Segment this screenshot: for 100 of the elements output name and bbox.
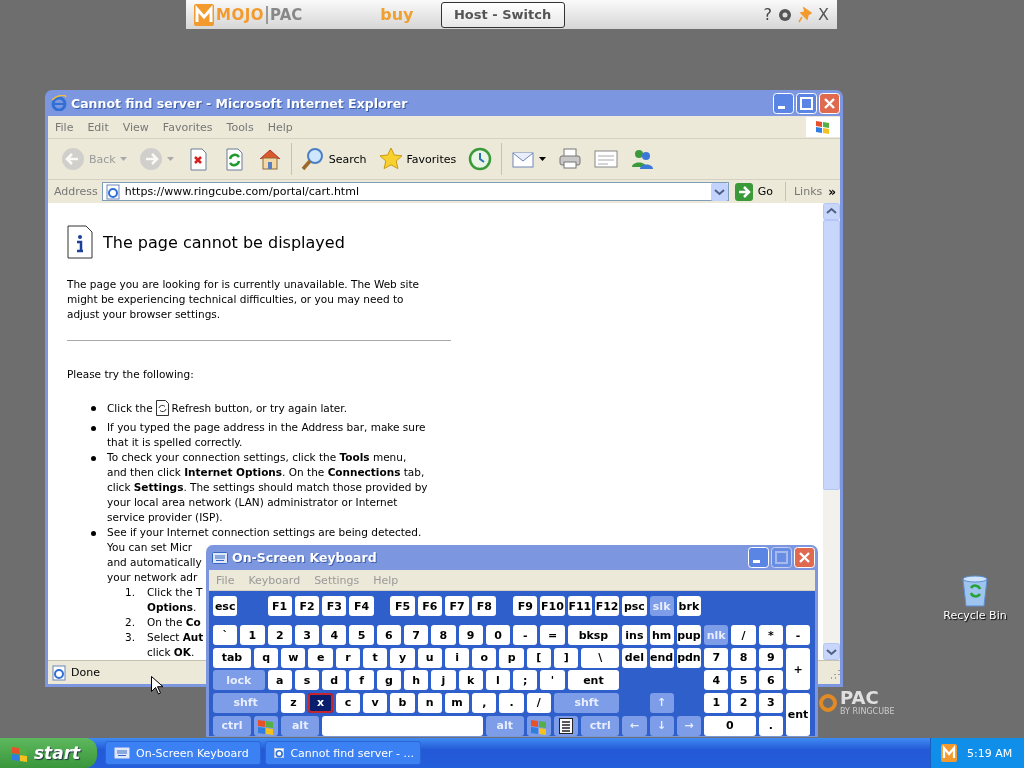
onscreen-key[interactable]: ent [567,670,620,691]
onscreen-key[interactable]: w [281,647,306,668]
onscreen-key[interactable]: y [390,647,415,668]
help-button[interactable]: ? [763,5,773,24]
scrollbar[interactable] [823,203,840,660]
onscreen-key[interactable]: * [758,625,783,646]
onscreen-key[interactable]: F9 [513,596,538,616]
onscreen-key[interactable]: 8 [431,625,456,646]
onscreen-key[interactable]: tab [213,647,251,668]
onscreen-key[interactable]: / [731,625,756,646]
minimize-button[interactable] [773,92,794,114]
onscreen-key[interactable]: . [499,692,524,713]
onscreen-key[interactable]: F10 [540,596,565,616]
onscreen-key[interactable]: F8 [472,596,497,616]
onscreen-key[interactable]: ins [622,625,647,646]
onscreen-key[interactable]: pdn [676,647,702,668]
onscreen-key[interactable]: c [335,692,361,713]
onscreen-key[interactable]: d [322,670,347,691]
onscreen-key[interactable]: m [444,692,470,713]
menu-item[interactable]: Help [260,120,300,134]
onscreen-key[interactable]: 3 [758,692,783,713]
onscreen-key[interactable]: . [758,715,783,736]
menu-item[interactable]: Edit [80,120,116,134]
onscreen-key[interactable]: s [294,670,320,691]
onscreen-key[interactable]: 2 [731,692,756,713]
onscreen-key[interactable]: pup [676,625,702,646]
menu-item[interactable]: Favorites [155,120,220,134]
maximize-button[interactable] [796,92,817,114]
icon-label[interactable]: Recycle Bin [943,609,1007,622]
onscreen-key[interactable]: a [267,670,292,691]
onscreen-key[interactable]: end [649,647,674,668]
onscreen-key[interactable]: t [363,647,388,668]
onscreen-key[interactable]: 8 [731,647,756,668]
maximize-button[interactable] [771,547,792,568]
onscreen-key[interactable]: - [785,625,811,646]
onscreen-key[interactable]: ' [540,670,565,691]
onscreen-key[interactable]: o [472,647,497,668]
onscreen-key[interactable]: 5 [349,625,374,646]
settings-icon[interactable] [778,7,793,22]
onscreen-key[interactable]: ` [213,625,238,646]
onscreen-key[interactable]: ] [554,647,579,668]
onscreen-key[interactable]: p [499,647,524,668]
onscreen-key[interactable]: F6 [417,596,442,616]
onscreen-key[interactable]: ent [785,692,811,736]
windows-key[interactable] [526,715,551,736]
onscreen-key[interactable]: v [363,692,388,713]
onscreen-key[interactable]: 7 [704,647,729,668]
onscreen-key[interactable]: , [472,692,497,713]
scroll-down-button[interactable] [823,643,840,660]
onscreen-key[interactable]: x [308,692,333,713]
onscreen-key[interactable]: F4 [349,596,374,616]
pin-icon[interactable] [798,6,813,23]
taskbar-button[interactable]: Cannot find server - ... [265,741,421,765]
onscreen-key[interactable]: F7 [444,596,470,616]
space-key[interactable] [322,715,483,736]
onscreen-key[interactable]: F12 [594,596,620,616]
dropdown-icon[interactable] [710,182,728,201]
onscreen-key[interactable]: e [308,647,333,668]
onscreen-key[interactable]: brk [676,596,702,616]
taskbar-button[interactable]: On-Screen Keyboard [105,741,261,765]
onscreen-key[interactable]: esc [213,596,238,616]
menu-item[interactable]: Tools [219,120,261,134]
scroll-up-button[interactable] [823,203,840,220]
onscreen-key[interactable]: ; [513,670,538,691]
onscreen-key[interactable]: n [417,692,442,713]
onscreen-key[interactable]: 1 [240,625,265,646]
switch-button[interactable]: Host - Switch [440,1,565,28]
onscreen-key[interactable]: j [431,670,456,691]
onscreen-key[interactable]: f [349,670,374,691]
onscreen-key[interactable]: 4 [704,670,729,691]
minimize-button[interactable] [748,547,769,568]
onscreen-key[interactable]: 0 [704,715,756,736]
onscreen-key[interactable]: F2 [294,596,320,616]
close-button[interactable] [794,547,815,568]
onscreen-key[interactable]: F5 [390,596,415,616]
onscreen-key[interactable]: 7 [403,625,429,646]
onscreen-key[interactable]: - [513,625,538,646]
onscreen-key[interactable]: 3 [294,625,320,646]
onscreen-key[interactable]: 9 [458,625,483,646]
menu-item[interactable]: View [115,120,156,134]
onscreen-key[interactable]: l [485,670,511,691]
go-button[interactable]: Go [728,182,785,201]
onscreen-key[interactable]: 4 [322,625,347,646]
onscreen-key[interactable]: h [403,670,429,691]
close-button[interactable] [819,92,840,114]
onscreen-key[interactable]: \ [581,647,620,668]
onscreen-key[interactable]: q [253,647,279,668]
address-field[interactable]: https://www.ringcube.com/portal/cart.html [101,182,729,201]
onscreen-key[interactable]: z [281,692,306,713]
onscreen-key[interactable]: 5 [731,670,756,691]
windows-key[interactable] [253,715,279,736]
onscreen-key[interactable]: 2 [267,625,292,646]
onscreen-key[interactable]: = [540,625,565,646]
onscreen-key[interactable]: del [622,647,647,668]
chevron-button[interactable]: » [826,184,840,199]
menu-key[interactable] [554,715,579,736]
onscreen-key[interactable]: F1 [267,596,292,616]
onscreen-key[interactable]: hm [649,625,674,646]
close-button[interactable]: X [818,5,829,24]
onscreen-key[interactable]: r [335,647,361,668]
